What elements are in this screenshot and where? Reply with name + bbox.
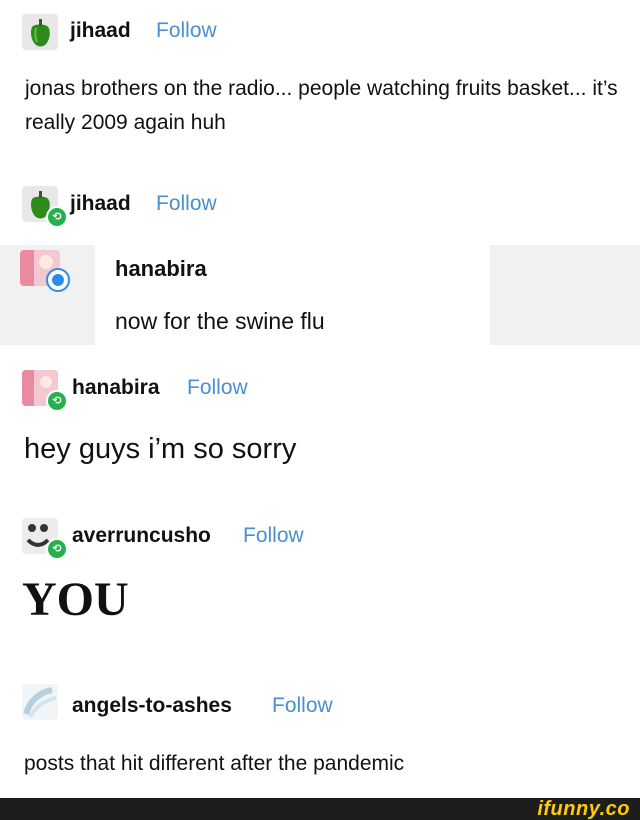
username[interactable]: averruncusho [72,524,211,548]
watermark-bar: ifunny.co [0,798,640,820]
post-text: jonas brothers on the radio... people wa… [25,77,618,134]
reblog-icon: ⟲ [46,390,68,412]
username[interactable]: hanabira [72,376,160,400]
follow-button[interactable]: Follow [187,376,248,400]
username[interactable]: hanabira [115,256,207,282]
post-text: posts that hit different after the pande… [24,752,405,775]
username[interactable]: angels-to-ashes [72,694,232,718]
post-text: YOU [22,573,129,626]
reblog-icon: ⟲ [46,206,68,228]
ifunny-watermark: ifunny.co [537,798,630,820]
follow-button[interactable]: Follow [156,19,217,43]
jihaad-avatar[interactable] [22,14,58,50]
username[interactable]: jihaad [70,19,131,43]
follow-button[interactable]: Follow [156,192,217,216]
post-text: hey guys i’m so sorry [24,433,297,465]
angels-to-ashes-avatar[interactable] [22,684,58,720]
follow-button[interactable]: Follow [272,694,333,718]
green-pepper-icon [22,14,58,50]
post-text: now for the swine flu [115,308,325,334]
online-status-icon [46,268,70,292]
username[interactable]: jihaad [70,192,131,216]
reblog-icon: ⟲ [46,538,68,560]
follow-button[interactable]: Follow [243,524,304,548]
sky-cloud-avatar [22,684,58,720]
